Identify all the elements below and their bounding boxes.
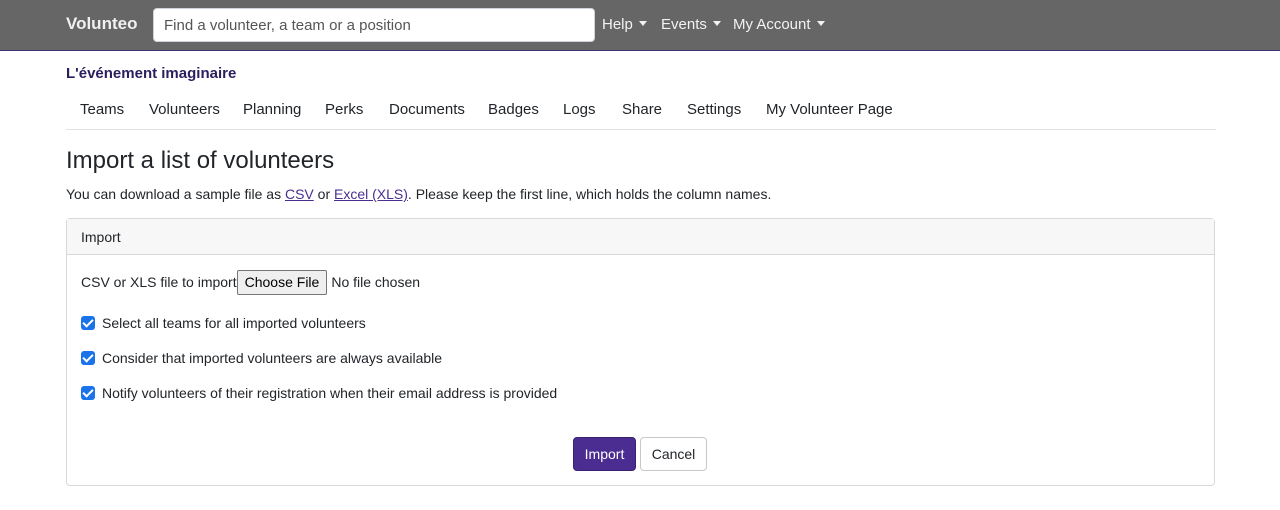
tab-settings[interactable]: Settings (687, 101, 741, 118)
my-account-menu-label: My Account (733, 16, 811, 33)
chevron-down-icon (712, 21, 721, 26)
option-label: Notify volunteers of their registration … (102, 385, 558, 401)
checkbox-checked-icon[interactable] (81, 316, 95, 330)
tab-documents[interactable]: Documents (389, 101, 465, 118)
file-status-text: No file chosen (331, 274, 421, 290)
events-menu-label: Events (661, 16, 707, 33)
csv-sample-link[interactable]: CSV (285, 186, 314, 202)
option-label: Consider that imported volunteers are al… (102, 350, 443, 366)
option-notify-volunteers[interactable]: Notify volunteers of their registration … (81, 383, 557, 403)
tab-planning[interactable]: Planning (243, 101, 301, 118)
top-navbar: Volunteo Help Events My Account (0, 0, 1280, 51)
checkbox-checked-icon[interactable] (81, 386, 95, 400)
tab-logs[interactable]: Logs (563, 101, 596, 118)
tab-badges[interactable]: Badges (488, 101, 539, 118)
option-label: Select all teams for all imported volunt… (102, 315, 366, 331)
page-title: Import a list of volunteers (66, 147, 335, 174)
choose-file-button[interactable]: Choose File (236, 269, 328, 295)
option-select-all-teams[interactable]: Select all teams for all imported volunt… (81, 313, 366, 333)
cancel-button[interactable]: Cancel (640, 437, 707, 471)
event-tabs: Teams Volunteers Planning Perks Document… (66, 93, 1216, 130)
intro-text-end: . Please keep the first line, which hold… (407, 186, 772, 202)
option-always-available[interactable]: Consider that imported volunteers are al… (81, 348, 442, 368)
import-card: Import CSV or XLS file to import Choose … (66, 218, 1215, 486)
card-header: Import (67, 219, 1214, 255)
intro-text-or: or (313, 186, 334, 202)
intro-text: You can download a sample file as CSV or… (66, 186, 771, 202)
event-title[interactable]: L'événement imaginaire (66, 65, 236, 82)
import-button[interactable]: Import (573, 437, 636, 471)
tab-my-volunteer-page[interactable]: My Volunteer Page (766, 101, 893, 118)
file-input-row: CSV or XLS file to import Choose File No… (81, 269, 420, 295)
checkbox-checked-icon[interactable] (81, 351, 95, 365)
tab-teams[interactable]: Teams (80, 101, 124, 118)
my-account-menu[interactable]: My Account (733, 16, 825, 33)
events-menu[interactable]: Events (661, 16, 721, 33)
help-menu-label: Help (602, 16, 633, 33)
tab-share[interactable]: Share (622, 101, 662, 118)
tab-perks[interactable]: Perks (325, 101, 363, 118)
chevron-down-icon (638, 21, 647, 26)
help-menu[interactable]: Help (602, 16, 647, 33)
brand-logo[interactable]: Volunteo (66, 14, 137, 34)
search-input[interactable] (153, 8, 595, 42)
intro-text-start: You can download a sample file as (66, 186, 285, 202)
file-input-label: CSV or XLS file to import (81, 274, 237, 290)
chevron-down-icon (816, 21, 825, 26)
tab-volunteers[interactable]: Volunteers (149, 101, 220, 118)
xls-sample-link[interactable]: Excel (XLS) (334, 186, 408, 202)
